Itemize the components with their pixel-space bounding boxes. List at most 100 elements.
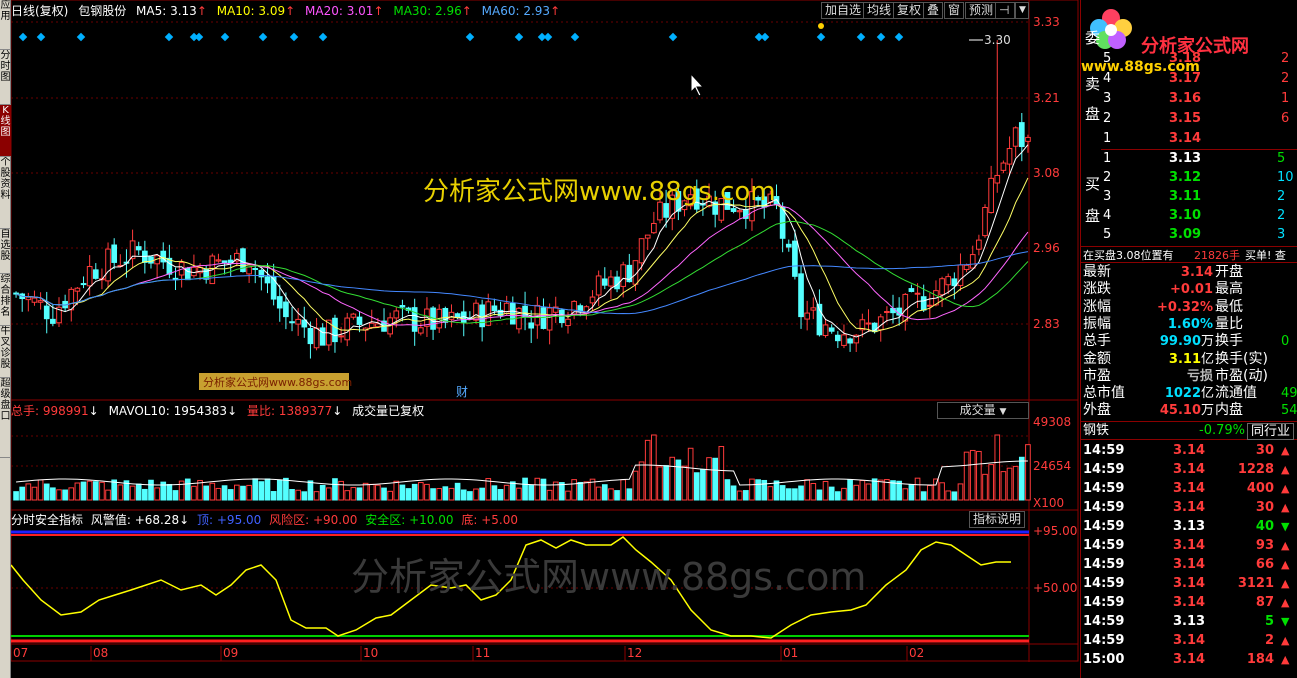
- candle-body: [884, 311, 890, 314]
- volume-bar: [638, 461, 645, 501]
- volume-ratio: 量比: 1389377: [246, 404, 333, 418]
- volume-bar: [614, 490, 620, 501]
- volume-bar: [644, 439, 651, 501]
- period-label[interactable]: 日线(复权): [11, 4, 68, 18]
- buy-row: 4 3.10 2: [1081, 207, 1297, 224]
- volume-bar: [393, 480, 400, 501]
- overlay-button[interactable]: 叠: [923, 2, 944, 19]
- volume-bar: [387, 490, 393, 501]
- side-tab-6[interactable]: 牛叉诊股: [0, 326, 11, 378]
- volume-bar: [258, 481, 265, 501]
- volume-bar: [43, 483, 50, 501]
- event-diamond-icon: [514, 32, 524, 42]
- candle-body: [828, 327, 835, 332]
- tick-time: 14:59: [1083, 614, 1125, 629]
- candle-body: [246, 266, 252, 275]
- volume-bar: [516, 487, 522, 501]
- event-diamond-icon: [220, 32, 230, 42]
- up-arrow-icon: ▲: [1281, 501, 1290, 514]
- side-tab-3[interactable]: 个股资料: [0, 157, 11, 229]
- ma60-value: MA60: 2.93: [481, 4, 551, 18]
- tick-row: 14:59 3.14 3121 ▲: [1081, 575, 1297, 592]
- buy-level: 5: [1103, 227, 1112, 242]
- adjust-button[interactable]: 复权: [893, 2, 926, 19]
- date-label: 08: [93, 646, 108, 660]
- side-tab-1[interactable]: 分时图: [0, 50, 11, 105]
- candle-body: [92, 269, 99, 279]
- candle-body: [982, 207, 988, 237]
- volume-bar: [877, 479, 884, 501]
- menu-arrow-icon[interactable]: ▼: [1015, 2, 1029, 19]
- event-diamond-icon: [465, 32, 475, 42]
- volume-bar: [62, 489, 68, 501]
- volume-bar: [632, 470, 639, 501]
- tick-price: 3.14: [1173, 576, 1206, 591]
- stat-value: 1.60%: [1167, 316, 1213, 332]
- volume-bar: [522, 477, 528, 501]
- volume-bar: [191, 485, 197, 501]
- candle-body: [105, 248, 111, 282]
- volume-bar: [988, 464, 994, 501]
- candle-body: [80, 283, 87, 286]
- volume-bar: [565, 490, 571, 501]
- same-industry-button[interactable]: 同行业: [1247, 423, 1295, 440]
- window-button[interactable]: 窗: [944, 2, 965, 19]
- event-diamond-icon: [36, 32, 46, 42]
- volume-bar: [436, 488, 443, 501]
- price-tick: 3.08: [1033, 166, 1060, 180]
- tick-row: 14:59 3.14 2 ▲: [1081, 632, 1297, 649]
- volume-bar: [933, 478, 939, 501]
- volume-bar: [430, 488, 436, 501]
- candle-body: [332, 317, 338, 343]
- side-tab-7[interactable]: 超级盘口: [0, 378, 11, 458]
- candle-body: [375, 323, 381, 328]
- ma-button[interactable]: 均线: [863, 2, 896, 19]
- volume-bar: [822, 480, 829, 501]
- volume-bar: [148, 479, 154, 501]
- forecast-button[interactable]: 预测: [965, 2, 998, 19]
- volume-bar: [847, 479, 853, 501]
- volume-bar: [663, 465, 669, 501]
- candle-body: [785, 243, 792, 248]
- tick-volume: 5: [1264, 614, 1274, 629]
- stat-key: 外盘: [1083, 402, 1111, 419]
- volume-bar: [939, 482, 945, 501]
- candle-body: [601, 278, 608, 286]
- fit-icon[interactable]: ⊣: [995, 2, 1015, 19]
- side-tab-5[interactable]: 综合排名: [0, 274, 11, 326]
- volume-dropdown[interactable]: 成交量 ▼: [937, 402, 1029, 419]
- indicator-help-button[interactable]: 指标说明: [969, 511, 1026, 528]
- side-tab-4[interactable]: 自选股: [0, 229, 11, 274]
- volume-bar: [730, 485, 737, 501]
- chart-header: 日线(复权) 包钢股份 MA5: 3.13↑ MA10: 3.09↑ MA20:…: [11, 4, 561, 18]
- volume-bar: [706, 457, 712, 501]
- stat-key2: 量比: [1215, 315, 1243, 332]
- side-tab-2[interactable]: K线图: [0, 105, 11, 157]
- stat-key2: 内盘: [1215, 402, 1243, 419]
- volume-bar: [491, 485, 498, 501]
- volume-bar: [828, 486, 835, 501]
- indicator-tick: +95.00: [1033, 524, 1077, 538]
- volume-bar: [620, 479, 627, 501]
- volume-bar: [626, 488, 633, 501]
- volume-bar: [479, 487, 485, 501]
- candle-body: [908, 288, 915, 292]
- left-tab-bar: 应用 分时图 K线图 个股资料 自选股 综合排名 牛叉诊股 超级盘口: [0, 0, 11, 678]
- volume-bar: [105, 489, 111, 501]
- candle-body: [651, 222, 657, 234]
- side-tab-0[interactable]: 应用: [0, 0, 11, 50]
- high-label: 3.30: [984, 33, 1011, 47]
- volume-bar: [693, 472, 700, 501]
- kline-chart-area[interactable]: 3.33 3.21 3.08 2.96 2.83 49308 24654 X100 +95.00…: [11, 0, 1079, 662]
- tick-volume: 40: [1255, 519, 1274, 534]
- stat-key2: 开盘: [1215, 264, 1243, 280]
- volume-bar: [19, 486, 26, 501]
- event-diamond-icon: [258, 32, 268, 42]
- volume-bar: [657, 466, 663, 501]
- candle-body: [313, 327, 320, 349]
- tick-row: 14:59 3.14 93 ▲: [1081, 537, 1297, 554]
- add-favorite-button[interactable]: 加自选: [821, 2, 866, 19]
- candle-body: [810, 307, 817, 311]
- sell-level: 3: [1103, 91, 1112, 106]
- volume-bar: [700, 468, 706, 501]
